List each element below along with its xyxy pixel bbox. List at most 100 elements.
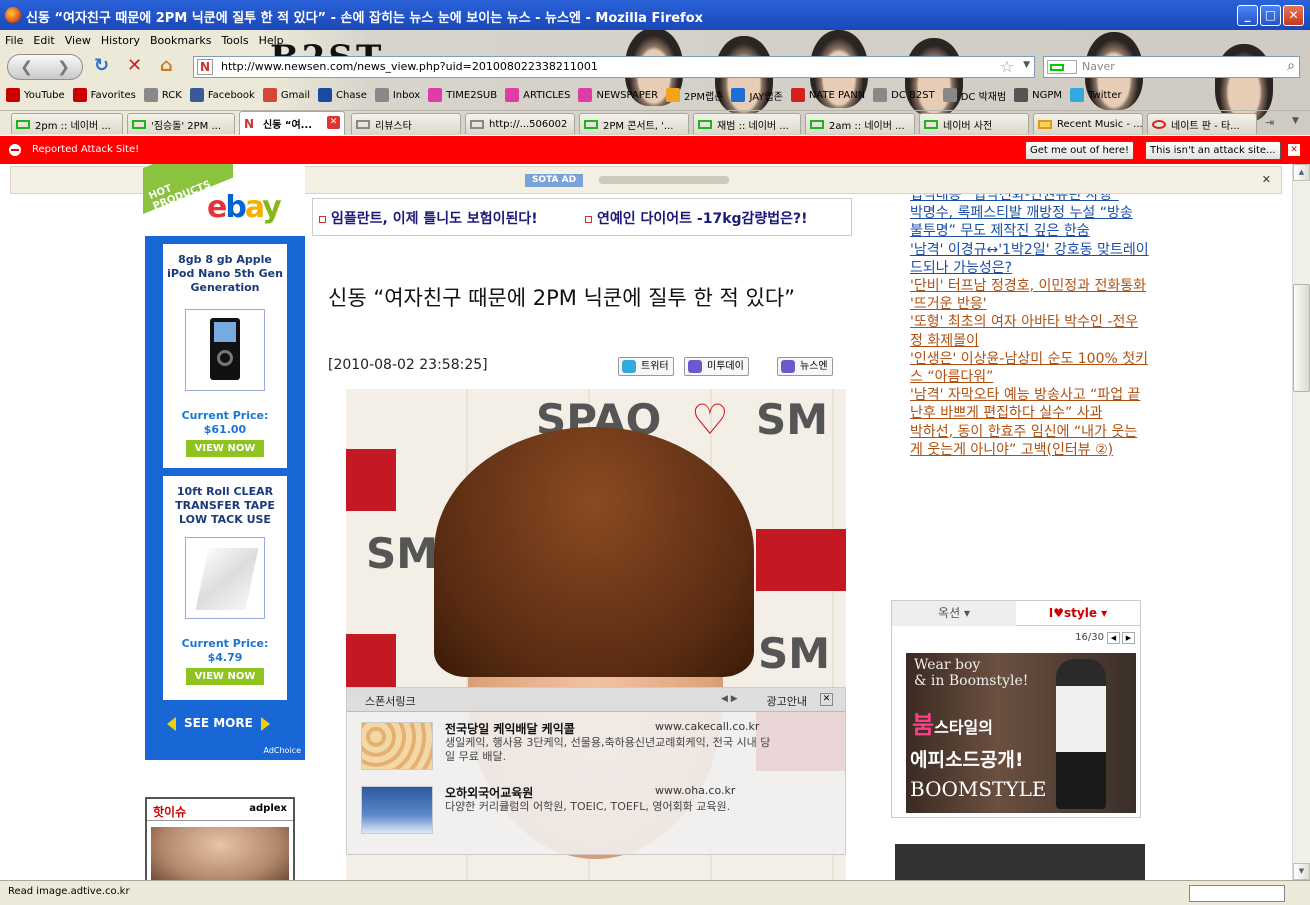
tab-2am-naver[interactable]: 2am :: 네이버 ... <box>805 113 915 134</box>
forward-arrow-icon[interactable]: ❯ <box>45 55 82 79</box>
search-placeholder[interactable]: Naver <box>1082 60 1115 73</box>
next-icon[interactable]: ▶ <box>1122 632 1135 644</box>
bookmark-item[interactable]: DC B2ST <box>873 88 935 102</box>
ebay-product-card[interactable]: 10ft Roll CLEAR TRANSFER TAPE LOW TACK U… <box>163 476 287 700</box>
hot-issue-widget[interactable]: 핫이슈 adplex <box>145 797 295 880</box>
address-bar[interactable]: N http://www.newsen.com/news_view.php?ui… <box>193 56 1035 78</box>
search-icon[interactable]: ⌕ <box>1287 58 1295 74</box>
tab-2pm-news[interactable]: '짐승돌' 2PM ... <box>127 113 235 134</box>
scroll-down-icon[interactable]: ▼ <box>1293 863 1310 880</box>
search-box[interactable]: Naver ⌕ <box>1043 56 1300 78</box>
scroll-thumb[interactable] <box>1293 284 1310 392</box>
bookmark-item[interactable]: Twitter <box>1070 88 1122 102</box>
tab-naver-dict[interactable]: 네이버 사전 <box>919 113 1029 134</box>
view-now-button[interactable]: VIEW NOW <box>186 668 264 685</box>
vertical-scrollbar[interactable]: ▲ ▼ <box>1292 164 1310 880</box>
ad-link-diet[interactable]: 연예인 다이어트 -17kg감량법은?! <box>585 208 808 228</box>
menu-history[interactable]: History <box>101 34 140 47</box>
tab-2pm-naver[interactable]: 2pm :: 네이버 ... <box>11 113 123 134</box>
related-news-link[interactable]: '또형' 최초의 여자 아바타 박수인 -전우정 화제몰이 <box>910 313 1150 349</box>
bookmark-item[interactable]: DC 박재범 <box>942 88 1006 103</box>
bookmark-item[interactable]: 2PM랩존 <box>666 88 723 103</box>
share-twitter-button[interactable]: 트위터 <box>618 357 674 376</box>
related-news-link[interactable]: 박하선, 동이 한효주 임신에 “내가 웃는게 웃는게 아니야” 고백(인터뷰 … <box>910 423 1150 459</box>
menu-tools[interactable]: Tools <box>221 34 248 47</box>
stop-icon[interactable]: ✕ <box>127 55 142 77</box>
bookmark-item[interactable]: Chase <box>318 88 367 102</box>
tab-reviewstar[interactable]: 리뷰스타 <box>351 113 461 134</box>
related-news-link[interactable]: '남격' 자막오타 예능 방송사고 “파업 끝난후 바쁘게 편집하다 실수” 사… <box>910 386 1150 422</box>
close-window-button[interactable]: ✕ <box>1283 5 1304 26</box>
tab-http[interactable]: http://...506002 <box>465 113 575 134</box>
hot-issue-image[interactable] <box>151 827 289 880</box>
bookmark-item[interactable]: RCK <box>143 88 182 102</box>
bookmark-item[interactable]: YouTube <box>6 88 65 102</box>
maximize-button[interactable]: □ <box>1260 5 1281 26</box>
home-icon[interactable]: ⌂ <box>160 55 173 77</box>
tab-istyle[interactable]: I♥style ▾ <box>1016 601 1140 626</box>
back-arrow-icon[interactable]: ❮ <box>8 55 45 79</box>
sponsor-item-url[interactable]: www.oha.co.kr <box>655 784 735 797</box>
sponsor-item-url[interactable]: www.cakecall.co.kr <box>655 720 759 733</box>
menu-file[interactable]: File <box>5 34 23 47</box>
ebay-ad[interactable]: HOT PRODUCTS ebay 8gb 8 gb Apple iPod Na… <box>143 164 305 760</box>
reload-icon[interactable]: ↻ <box>94 55 109 77</box>
ipod-image[interactable] <box>185 309 265 391</box>
bookmark-item[interactable]: Gmail <box>262 88 310 102</box>
related-news-link[interactable]: '단비' 터프남 정경호, 이민정과 전화통화 '뜨거운 반응' <box>910 277 1150 313</box>
tab-active-article[interactable]: N 신동 “여... ✕ <box>239 111 345 135</box>
scroll-up-icon[interactable]: ▲ <box>1293 164 1310 181</box>
close-notice-icon[interactable]: ✕ <box>1262 173 1271 186</box>
bookmark-star-icon[interactable]: ☆ <box>1000 57 1014 76</box>
boomstyle-ad-image[interactable]: Wear boy & in Boomstyle! 붐스타일의 에피소드공개! BO… <box>906 653 1136 813</box>
close-warning-icon[interactable]: ✕ <box>1288 144 1300 156</box>
bookmark-item[interactable]: JAY랩존 <box>731 88 783 103</box>
cake-thumbnail[interactable] <box>361 722 433 770</box>
bookmark-item[interactable]: TIME2SUB <box>428 88 497 102</box>
related-news-link[interactable]: '남격' 이경규↔'1박2일' 강호동 맞트레이드되나 가능성은? <box>910 241 1150 277</box>
bookmark-item[interactable]: ARTICLES <box>505 88 570 102</box>
not-attack-site-button[interactable]: This isn't an attack site... <box>1145 141 1281 160</box>
ad-info-link[interactable]: 광고안내 <box>767 693 807 709</box>
school-thumbnail[interactable] <box>361 786 433 834</box>
ebay-product-card[interactable]: 8gb 8 gb Apple iPod Nano 5th Gen Generat… <box>163 244 287 468</box>
bookmark-item[interactable]: NEWSPAPER <box>578 88 658 102</box>
share-me2day-button[interactable]: 미투데이 <box>684 357 749 376</box>
tab-2pm-concert[interactable]: 2PM 콘서트, '... <box>579 113 689 134</box>
close-sponsor-icon[interactable]: ✕ <box>820 693 833 706</box>
tab-nate-pann[interactable]: 네이트 판 - 타... <box>1147 113 1257 134</box>
share-newsen-button[interactable]: 뉴스엔 <box>777 357 833 376</box>
list-tabs-icon[interactable]: ▼ <box>1292 116 1299 126</box>
adchoice-label[interactable]: AdChoice <box>263 746 301 755</box>
menu-bookmarks[interactable]: Bookmarks <box>150 34 211 47</box>
sponsor-item-title[interactable]: 전국당일 케익배달 케익콜 <box>445 720 575 737</box>
menu-view[interactable]: View <box>65 34 91 47</box>
sponsor-item[interactable]: 전국당일 케익배달 케익콜 www.cakecall.co.kr 생일케익, 행… <box>361 716 841 776</box>
bookmark-item[interactable]: Facebook <box>189 88 255 102</box>
bookmark-item[interactable]: NGPM <box>1014 88 1062 102</box>
menu-help[interactable]: Help <box>259 34 284 47</box>
ad-link-implant[interactable]: 임플란트, 이제 틀니도 보험이된다! <box>319 208 538 228</box>
tape-image[interactable] <box>185 537 265 619</box>
search-engine-icon[interactable] <box>1047 60 1077 74</box>
tab-scroll-icon[interactable]: ⇥ <box>1265 116 1274 129</box>
address-url[interactable]: http://www.newsen.com/news_view.php?uid=… <box>221 60 598 73</box>
related-news-link[interactable]: 박명수, 록페스티발 깨방정 누설 “방송 불투명” 무도 제작진 깊은 한숨 <box>910 204 1150 240</box>
chevron-down-icon[interactable]: ▼ <box>1023 60 1030 70</box>
prev-icon[interactable]: ◀ <box>1107 632 1120 644</box>
minimize-button[interactable]: _ <box>1237 5 1258 26</box>
close-tab-icon[interactable]: ✕ <box>327 116 340 129</box>
sponsor-item-title[interactable]: 오하외국어교육원 <box>445 784 533 801</box>
bookmark-item[interactable]: Inbox <box>374 88 420 102</box>
product-title[interactable]: 10ft Roll CLEAR TRANSFER TAPE LOW TACK U… <box>163 485 287 527</box>
get-me-out-button[interactable]: Get me out of here! <box>1025 141 1134 160</box>
bookmark-item[interactable]: NATE PANN <box>790 88 865 102</box>
tab-jaebeom-naver[interactable]: 재범 :: 네이버 ... <box>693 113 801 134</box>
sponsor-item[interactable]: 오하외국어교육원 www.oha.co.kr 다양한 커리큘럼의 어학원, TO… <box>361 780 841 840</box>
tab-auction[interactable]: 옥션 ▾ <box>892 601 1016 626</box>
tab-recent-music[interactable]: Recent Music - ... <box>1033 113 1143 134</box>
view-now-button[interactable]: VIEW NOW <box>186 440 264 457</box>
see-more-button[interactable]: SEE MORE <box>167 716 270 731</box>
sponsor-nav-arrows-icon[interactable]: ◀ ▶ <box>721 694 751 704</box>
menu-edit[interactable]: Edit <box>33 34 54 47</box>
